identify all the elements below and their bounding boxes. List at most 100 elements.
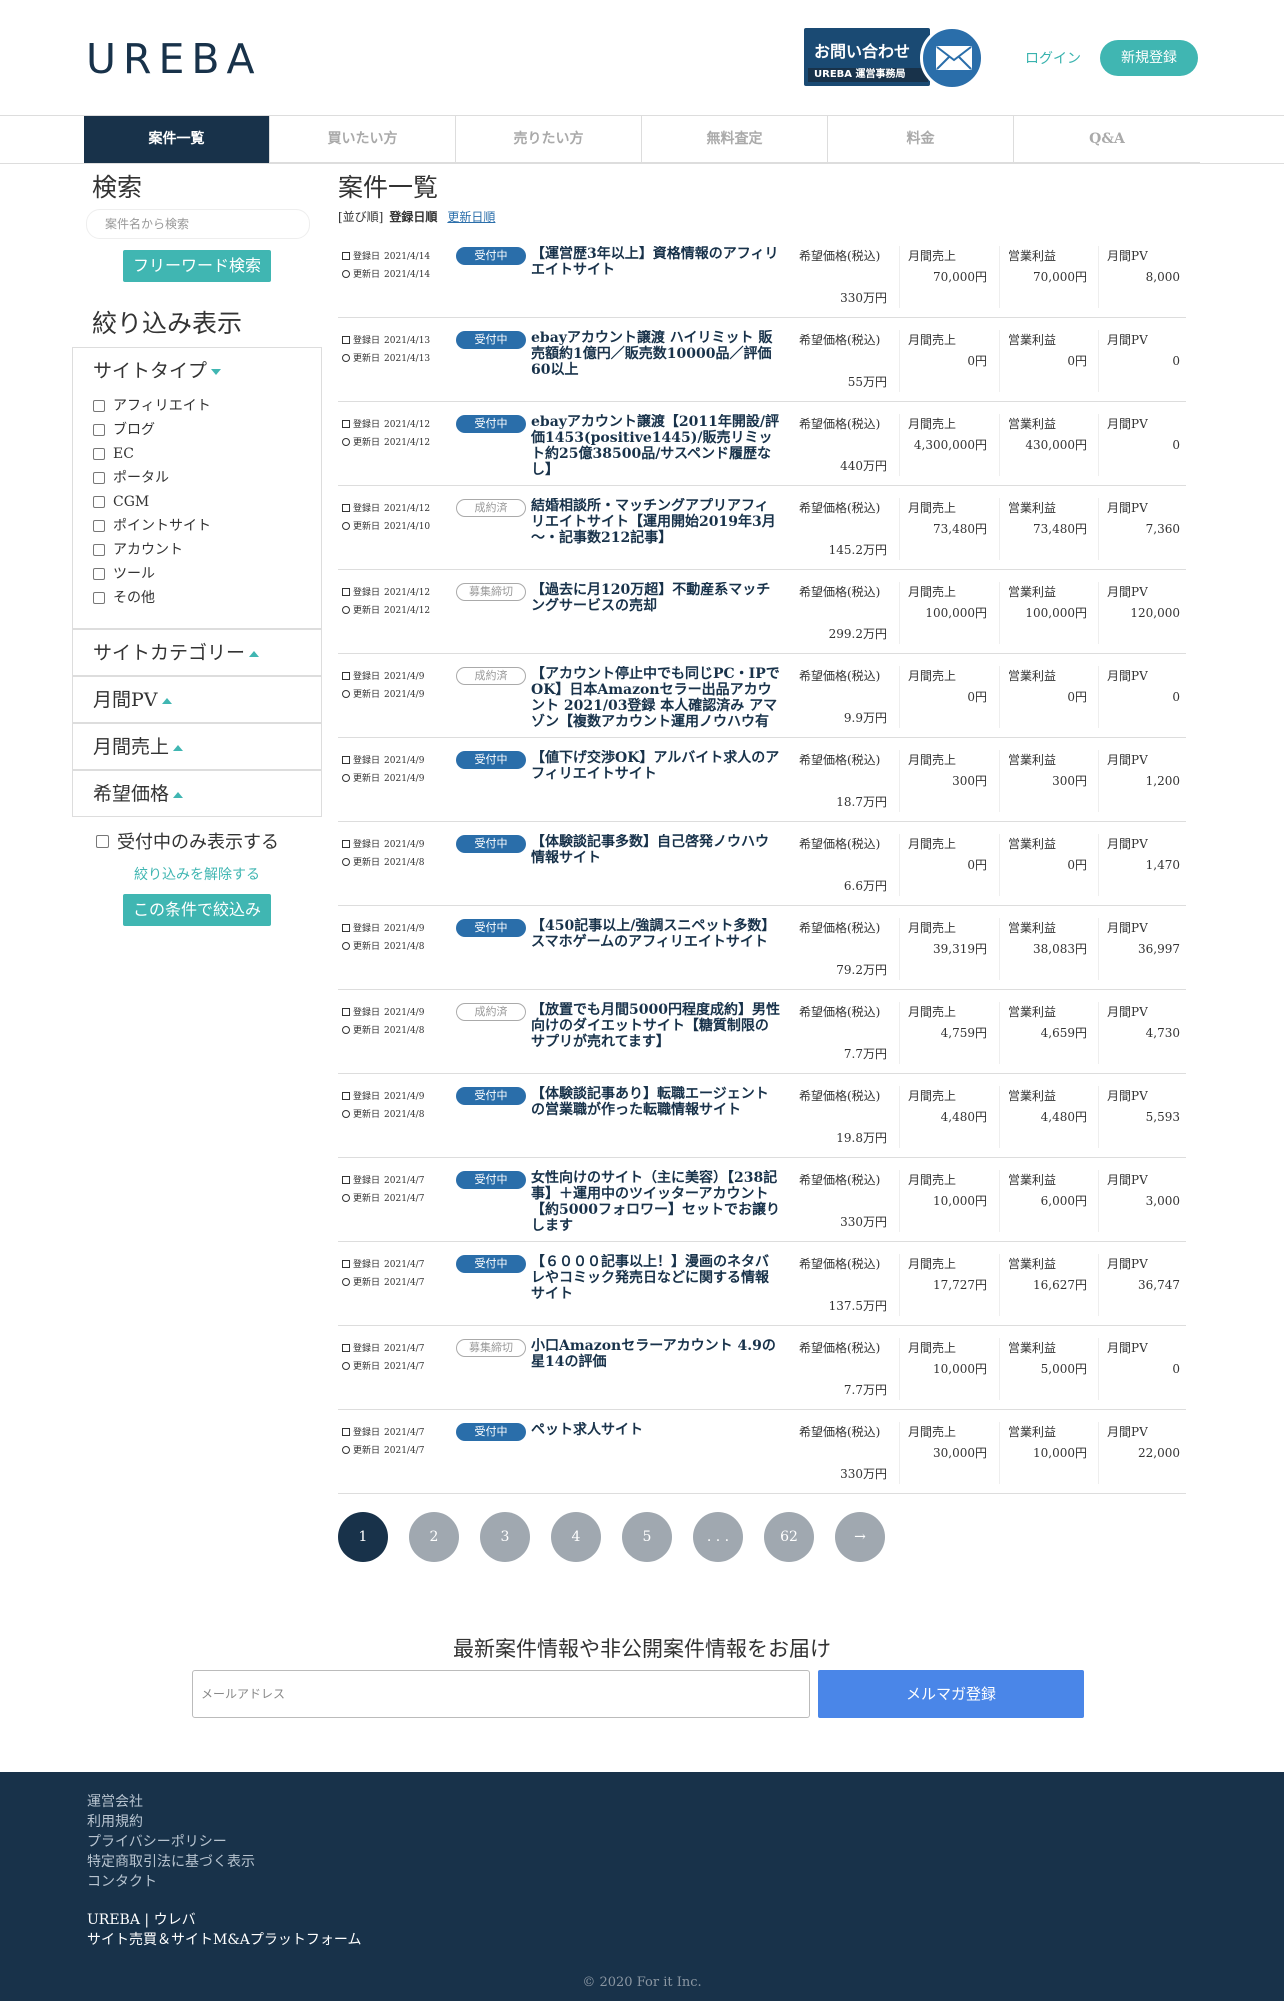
listing-title[interactable]: 【アカウント停止中でも同じPC・IPでOK】日本Amazonセラー出品アカウント… xyxy=(531,666,781,730)
table-row[interactable]: 登録日 2021/4/9 更新日 2021/4/8 受付中 【体験談記事あり】転職エージェ… xyxy=(338,1074,1186,1158)
metric-label: 月間PV xyxy=(1107,837,1148,851)
listing-dates: 登録日 2021/4/14 更新日 2021/4/14 xyxy=(342,248,430,284)
nav-item-1[interactable]: 買いたい方 xyxy=(270,116,456,163)
registered-value: 2021/4/7 xyxy=(384,1428,425,1438)
site-type-option[interactable]: ポイントサイト xyxy=(73,514,321,538)
nav-item-2[interactable]: 売りたい方 xyxy=(456,116,642,163)
nav-item-5[interactable]: Q&A xyxy=(1014,116,1200,163)
site-type-checkbox[interactable] xyxy=(93,592,105,604)
listing-title[interactable]: ebayアカウント譲渡 ハイリミット 販売額約1億円／販売数10000品／評価6… xyxy=(531,330,781,378)
listing-title[interactable]: 【運営歴3年以上】資格情報のアフィリエイトサイト xyxy=(531,246,781,278)
page-button[interactable]: 4 xyxy=(551,1512,601,1562)
nav-item-3[interactable]: 無料査定 xyxy=(642,116,828,163)
only-open-checkbox[interactable] xyxy=(96,834,109,848)
desired-price-panel[interactable]: 希望価格 xyxy=(72,770,322,817)
only-open-toggle[interactable]: 受付中のみ表示する xyxy=(96,828,279,854)
sort-updated-link[interactable]: 更新日順 xyxy=(447,210,495,224)
footer-link[interactable]: 特定商取引法に基づく表示 xyxy=(87,1852,255,1872)
table-row[interactable]: 登録日 2021/4/7 更新日 2021/4/7 受付中 女性向けのサイト（主に美容）【… xyxy=(338,1158,1186,1242)
listing-title[interactable]: 【体験談記事あり】転職エージェントの営業職が作った転職情報サイト xyxy=(531,1086,781,1118)
table-row[interactable]: 登録日 2021/4/9 更新日 2021/4/9 成約済 【アカウント停止中でも同じPC… xyxy=(338,654,1186,738)
monthly-pv-panel[interactable]: 月間PV xyxy=(72,676,322,723)
freeword-search-button[interactable]: フリーワード検索 xyxy=(123,250,271,282)
page-button[interactable]: 2 xyxy=(409,1512,459,1562)
listing-title[interactable]: ebayアカウント譲渡【2011年開設/評価1453(positive1445)… xyxy=(531,414,781,478)
table-row[interactable]: 登録日 2021/4/7 更新日 2021/4/7 募集締切 小口Amazonセラーアカウ… xyxy=(338,1326,1186,1410)
metric-label: 希望価格(税込) xyxy=(799,1425,881,1439)
site-type-checkbox[interactable] xyxy=(93,568,105,580)
listing-title[interactable]: ペット求人サイト xyxy=(531,1422,781,1438)
footer-link[interactable]: プライバシーポリシー xyxy=(87,1832,255,1852)
metric-value: 4,730 xyxy=(1145,1026,1180,1040)
table-row[interactable]: 登録日 2021/4/9 更新日 2021/4/8 成約済 【放置でも月間5000円程度成… xyxy=(338,990,1186,1074)
listing-title[interactable]: 【過去に月120万超】不動産系マッチングサービスの売却 xyxy=(531,582,781,614)
updated-label: 更新日 xyxy=(353,1110,381,1120)
table-row[interactable]: 登録日 2021/4/7 更新日 2021/4/7 受付中 ペット求人サイト 希望価格(税込… xyxy=(338,1410,1186,1494)
table-row[interactable]: 登録日 2021/4/9 更新日 2021/4/8 受付中 【体験談記事多数】自己啓発ノウ… xyxy=(338,822,1186,906)
apply-filter-button[interactable]: この条件で絞込み xyxy=(123,894,271,926)
table-row[interactable]: 登録日 2021/4/12 更新日 2021/4/10 成約済 結婚相談所・マッチングアプ… xyxy=(338,486,1186,570)
site-type-option[interactable]: アカウント xyxy=(73,538,321,562)
metric-price: 希望価格(税込) 7.7万円 xyxy=(799,1338,893,1400)
monthly-sales-panel[interactable]: 月間売上 xyxy=(72,723,322,770)
footer-link[interactable]: コンタクト xyxy=(87,1872,255,1892)
sort-registered[interactable]: 登録日順 xyxy=(389,210,437,224)
site-logo[interactable]: UREBA xyxy=(86,35,262,83)
listing-dates: 登録日 2021/4/7 更新日 2021/4/7 xyxy=(342,1256,424,1292)
table-row[interactable]: 登録日 2021/4/14 更新日 2021/4/14 受付中 【運営歴3年以上】資格情報… xyxy=(338,234,1186,318)
registered-label: 登録日 xyxy=(353,336,381,346)
site-type-option[interactable]: ツール xyxy=(73,562,321,586)
site-type-option[interactable]: ポータル xyxy=(73,466,321,490)
site-type-checkbox[interactable] xyxy=(93,544,105,556)
listing-title[interactable]: 【体験談記事多数】自己啓発ノウハウ情報サイト xyxy=(531,834,781,866)
page-button[interactable]: 62 xyxy=(764,1512,814,1562)
next-page-button[interactable]: → xyxy=(835,1512,885,1562)
login-link[interactable]: ログイン xyxy=(1025,48,1081,68)
site-type-checkbox[interactable] xyxy=(93,448,105,460)
listing-title[interactable]: 【放置でも月間5000円程度成約】男性向けのダイエットサイト【糖質制限のサプリが… xyxy=(531,1002,781,1050)
pagination: 12345 . . . 62 → xyxy=(338,1512,906,1562)
listing-title[interactable]: 結婚相談所・マッチングアプリアフィリエイトサイト【運用開始2019年3月～・記事… xyxy=(531,498,781,546)
table-row[interactable]: 登録日 2021/4/13 更新日 2021/4/13 受付中 ebayアカウント譲渡 ハ… xyxy=(338,318,1186,402)
page-button[interactable]: 3 xyxy=(480,1512,530,1562)
site-type-checkbox[interactable] xyxy=(93,424,105,436)
listing-title[interactable]: 女性向けのサイト（主に美容）【238記事】＋運用中のツイッターアカウント【約50… xyxy=(531,1170,781,1234)
site-type-checkbox[interactable] xyxy=(93,400,105,412)
table-row[interactable]: 登録日 2021/4/9 更新日 2021/4/9 受付中 【値下げ交渉OK】アルバイト求… xyxy=(338,738,1186,822)
site-type-toggle[interactable]: サイトタイプ xyxy=(73,348,321,394)
table-row[interactable]: 登録日 2021/4/7 更新日 2021/4/7 受付中 【６０００記事以上！】漫画のネ… xyxy=(338,1242,1186,1326)
contact-banner[interactable]: お問い合わせ UREBA 運営事務局 xyxy=(804,26,986,90)
table-row[interactable]: 登録日 2021/4/12 更新日 2021/4/12 募集締切 【過去に月120万超】不… xyxy=(338,570,1186,654)
site-type-checkbox[interactable] xyxy=(93,472,105,484)
search-input[interactable]: 案件名から検索 xyxy=(86,209,310,239)
reset-filters-link[interactable]: 絞り込みを解除する xyxy=(72,864,322,884)
nav-item-4[interactable]: 料金 xyxy=(828,116,1014,163)
site-type-option[interactable]: アフィリエイト xyxy=(73,394,321,418)
page-button[interactable]: 5 xyxy=(622,1512,672,1562)
listing-title[interactable]: 【６０００記事以上！】漫画のネタバレやコミック発売日などに関する情報サイト xyxy=(531,1254,781,1302)
registered-label: 登録日 xyxy=(353,1008,381,1018)
metric-value: 10,000円 xyxy=(933,1362,987,1376)
nav-item-0[interactable]: 案件一覧 xyxy=(84,116,270,163)
table-row[interactable]: 登録日 2021/4/12 更新日 2021/4/12 受付中 ebayアカウント譲渡【2… xyxy=(338,402,1186,486)
table-row[interactable]: 登録日 2021/4/9 更新日 2021/4/8 受付中 【450記事以上/強調スニペッ… xyxy=(338,906,1186,990)
site-type-option[interactable]: ブログ xyxy=(73,418,321,442)
footer-link[interactable]: 利用規約 xyxy=(87,1812,255,1832)
site-category-panel[interactable]: サイトカテゴリー xyxy=(72,629,322,676)
footer-link[interactable]: 運営会社 xyxy=(87,1792,255,1812)
site-type-option[interactable]: CGM xyxy=(73,490,321,514)
site-type-checkbox[interactable] xyxy=(93,520,105,532)
page-button[interactable]: 1 xyxy=(338,1512,388,1562)
listing-title[interactable]: 【値下げ交渉OK】アルバイト求人のアフィリエイトサイト xyxy=(531,750,781,782)
site-type-checkbox[interactable] xyxy=(93,496,105,508)
signup-button[interactable]: 新規登録 xyxy=(1100,40,1198,76)
listing-title[interactable]: 小口Amazonセラーアカウント 4.9の星14の評価 xyxy=(531,1338,781,1370)
listing-title[interactable]: 【450記事以上/強調スニペット多数】スマホゲームのアフィリエイトサイト xyxy=(531,918,781,950)
page-button[interactable]: . . . xyxy=(693,1512,743,1562)
metric-sales: 月間売上 4,300,000円 xyxy=(899,414,993,476)
newsletter-submit-button[interactable]: メルマガ登録 xyxy=(818,1670,1084,1718)
mail-icon xyxy=(920,26,984,90)
site-type-option[interactable]: EC xyxy=(73,442,321,466)
site-type-option[interactable]: その他 xyxy=(73,586,321,610)
newsletter-email-input[interactable]: メールアドレス xyxy=(192,1670,810,1718)
